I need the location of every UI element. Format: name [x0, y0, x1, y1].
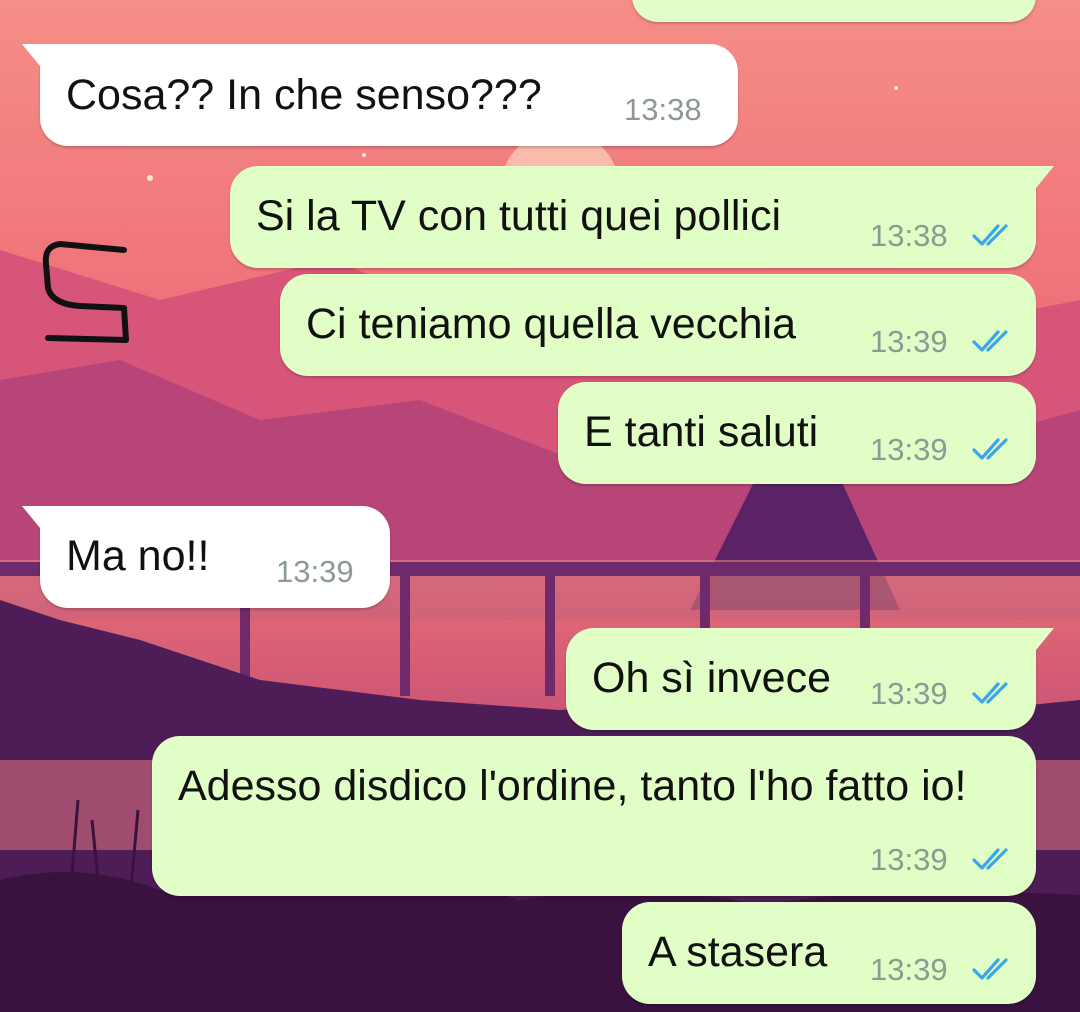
message-time: 13:39	[276, 554, 354, 589]
message-time: 13:39	[870, 676, 948, 711]
message-bubble-outgoing[interactable]: E tanti saluti 13:39	[558, 382, 1036, 484]
check-mark	[972, 438, 1000, 460]
message-time: 13:39	[870, 952, 948, 987]
message-bubble-outgoing[interactable]: Ci teniamo quella vecchia 13:39	[280, 274, 1036, 376]
message-bubble-outgoing[interactable]: Oh sì invece 13:39	[566, 628, 1054, 730]
message-text: Oh sì invece	[592, 654, 831, 702]
read-receipt-icon	[972, 682, 1008, 704]
message-text: Adesso disdico l'ordine, tanto l'ho fatt…	[178, 762, 967, 810]
read-receipt-icon	[972, 224, 1008, 246]
message-text: Ci teniamo quella vecchia	[306, 300, 796, 348]
check-mark	[972, 848, 1000, 870]
message-bubble-outgoing-partial[interactable]	[632, 0, 1036, 22]
read-receipt-icon	[972, 958, 1008, 980]
message-text: Si la TV con tutti quei pollici	[256, 192, 782, 240]
message-time: 13:39	[870, 432, 948, 467]
message-text: E tanti saluti	[584, 408, 819, 456]
message-time: 13:38	[870, 218, 948, 253]
check-mark	[972, 682, 1000, 704]
read-receipt-icon	[972, 330, 1008, 352]
message-text: Cosa?? In che senso???	[66, 71, 542, 119]
message-time: 13:39	[870, 324, 948, 359]
message-time: 13:39	[870, 842, 948, 877]
check-mark	[972, 958, 1000, 980]
message-time: 13:38	[624, 92, 702, 127]
message-bubble-outgoing[interactable]: Adesso disdico l'ordine, tanto l'ho fatt…	[152, 736, 1036, 896]
message-bubble-incoming[interactable]: Cosa?? In che senso??? 13:38	[22, 44, 738, 146]
check-mark	[972, 330, 1000, 352]
message-bubble-outgoing[interactable]: A stasera 13:39	[622, 902, 1036, 1004]
message-bubble-incoming[interactable]: Ma no!! 13:39	[22, 506, 390, 608]
check-mark	[972, 224, 1000, 246]
message-text: A stasera	[648, 928, 828, 976]
message-text: Ma no!!	[66, 532, 210, 580]
read-receipt-icon	[972, 848, 1008, 870]
message-bubble-outgoing[interactable]: Si la TV con tutti quei pollici 13:38	[230, 166, 1054, 268]
read-receipt-icon	[972, 438, 1008, 460]
chat-conversation[interactable]: Cosa?? In che senso??? 13:38 Si la TV co…	[0, 0, 1080, 1012]
